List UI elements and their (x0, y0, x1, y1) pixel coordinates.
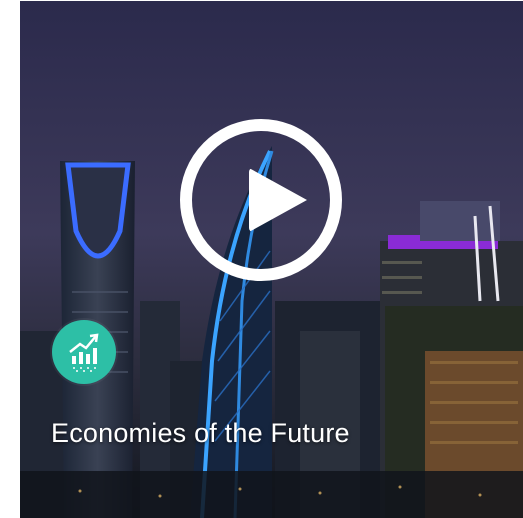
category-badge (52, 320, 116, 384)
growth-chart-icon (69, 333, 99, 372)
card-title[interactable]: Economies of the Future (51, 418, 350, 449)
play-circle-icon[interactable] (180, 119, 342, 281)
video-card[interactable]: Economies of the Future (20, 1, 523, 518)
play-triangle-icon (249, 168, 307, 232)
